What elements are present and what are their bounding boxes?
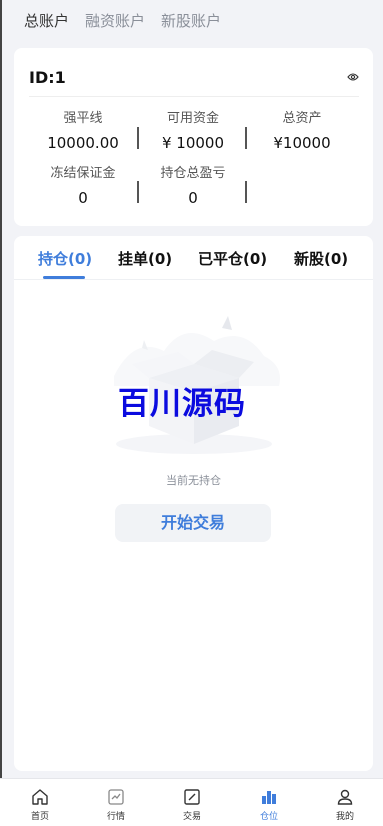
tabbar-item-mine[interactable]: 我的 bbox=[315, 779, 375, 826]
eye-icon[interactable] bbox=[347, 72, 359, 82]
bar-chart-icon bbox=[262, 791, 276, 804]
stat-position-pnl: 持仓总盈亏 0 bbox=[160, 166, 226, 207]
tabbar-item-trade[interactable]: 交易 bbox=[162, 779, 222, 826]
chart-icon bbox=[108, 789, 124, 805]
empty-state-text: 当前无持仓 bbox=[166, 474, 221, 487]
tabbar-item-home[interactable]: 首页 bbox=[10, 779, 70, 826]
divider bbox=[245, 181, 247, 203]
watermark-text: 百川源码 bbox=[118, 386, 246, 422]
active-tab-indicator bbox=[43, 276, 85, 279]
user-icon bbox=[337, 789, 353, 805]
position-tabs: 持仓(0) 挂单(0) 已平仓(0) 新股(0) bbox=[14, 236, 373, 280]
stat-total-assets: 总资产 ¥10000 bbox=[273, 111, 331, 152]
stat-liquidation-line: 强平线 10000.00 bbox=[47, 111, 119, 152]
trade-icon bbox=[184, 789, 200, 805]
tabbar-item-market[interactable]: 行情 bbox=[86, 779, 146, 826]
tab-new-shares[interactable]: 新股(0) bbox=[294, 248, 348, 269]
window-edge bbox=[0, 0, 2, 826]
account-type-tabs: 总账户 融资账户 新股账户 bbox=[24, 10, 221, 30]
positions-card: 持仓(0) 挂单(0) 已平仓(0) 新股(0) 百川源码 当前无持仓 开始交易 bbox=[14, 236, 373, 771]
tabbar-item-positions[interactable]: 仓位 bbox=[239, 779, 299, 826]
tab-total-account[interactable]: 总账户 bbox=[24, 10, 69, 30]
tab-positions[interactable]: 持仓(0) bbox=[38, 248, 92, 269]
divider bbox=[29, 96, 359, 97]
account-id: ID:1 bbox=[29, 68, 66, 87]
bottom-tabbar: 首页 行情 交易 仓位 我的 bbox=[0, 778, 383, 826]
home-icon bbox=[32, 789, 48, 805]
start-trading-button[interactable]: 开始交易 bbox=[115, 504, 271, 542]
tab-ipo-account[interactable]: 新股账户 bbox=[161, 10, 221, 30]
tab-margin-account[interactable]: 融资账户 bbox=[85, 10, 145, 30]
stat-available-funds: 可用资金 ¥ 10000 bbox=[161, 111, 225, 152]
tab-pending-orders[interactable]: 挂单(0) bbox=[118, 248, 172, 269]
tab-closed-positions[interactable]: 已平仓(0) bbox=[198, 248, 267, 269]
account-summary-card: ID:1 强平线 10000.00 可用资金 ¥ 10000 总资产 ¥1000… bbox=[14, 48, 373, 226]
stat-frozen-margin: 冻结保证金 0 bbox=[50, 166, 116, 207]
divider bbox=[245, 127, 247, 149]
